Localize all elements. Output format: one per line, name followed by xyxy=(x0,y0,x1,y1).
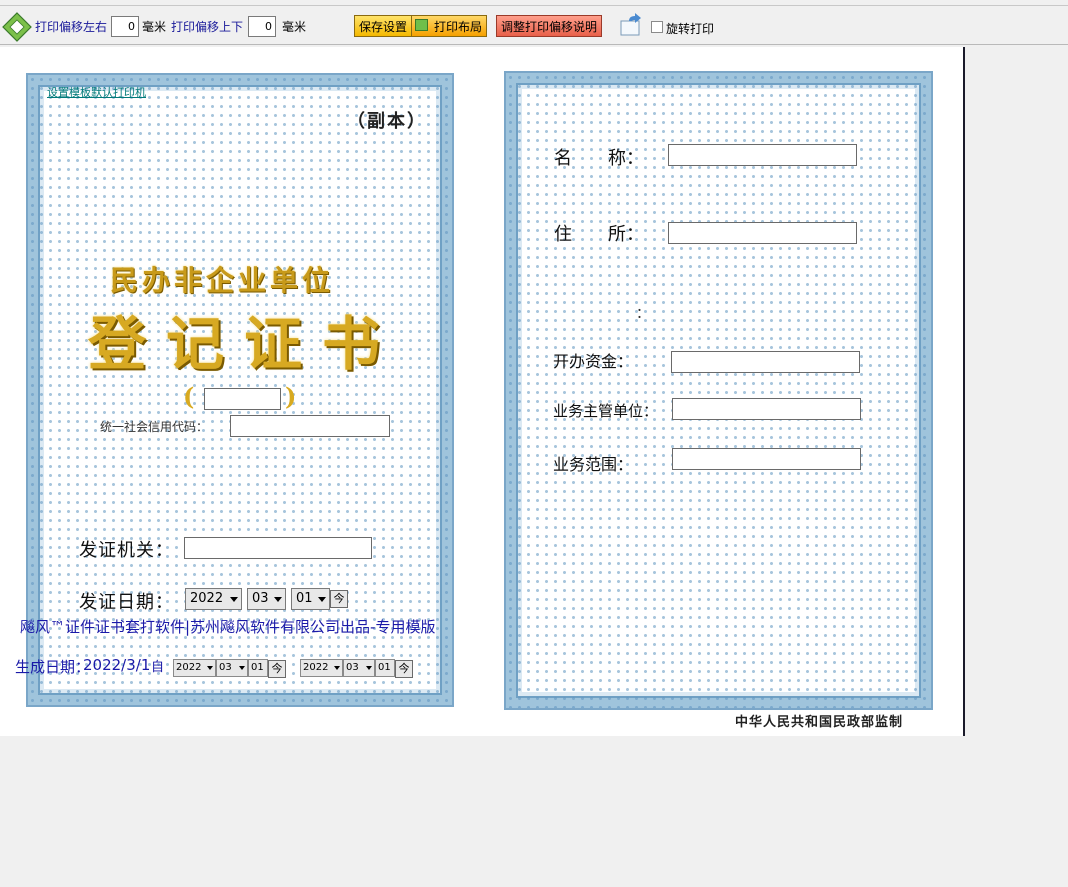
print-toolbar: 打印偏移左右 毫米 打印偏移上下 毫米 保存设置 打印布局 调整打印偏移说明 旋… xyxy=(0,7,1068,45)
issuer-label: 发证机关： xyxy=(79,540,174,561)
offset-ud-input[interactable] xyxy=(248,16,276,37)
issue-month-select[interactable]: 03 xyxy=(247,588,286,610)
from-year-value: 2022 xyxy=(176,662,202,673)
colon-mark: ： xyxy=(636,306,650,322)
ministry-footer: 中华人民共和国民政部监制 xyxy=(735,715,904,730)
offset-lr-input[interactable] xyxy=(111,16,139,37)
supervisor-label: 业务主管单位： xyxy=(553,402,659,420)
to-year-select[interactable]: 2022 xyxy=(300,659,343,677)
to-month-value: 03 xyxy=(346,662,359,673)
paren-right: ) xyxy=(285,382,297,411)
credit-code-field[interactable] xyxy=(230,415,390,437)
to-today-button[interactable]: 今 xyxy=(395,660,413,678)
credit-code-label: 统一社会信用代码： xyxy=(100,420,209,434)
offset-help-button[interactable]: 调整打印偏移说明 xyxy=(496,15,603,37)
issue-date-label: 发证日期： xyxy=(79,592,174,613)
from-month-select[interactable]: 03 xyxy=(216,659,248,677)
issue-today-button[interactable]: 今 xyxy=(330,590,348,608)
brand-text: 飚风™证件证书套打软件|苏州飚风软件有限公司出品-专用模版 xyxy=(20,618,436,636)
capital-field[interactable] xyxy=(671,351,860,373)
print-layout-button[interactable]: 打印布局 xyxy=(411,15,488,37)
capital-label: 开办资金： xyxy=(553,352,634,371)
gen-from-label: 自 xyxy=(151,660,165,675)
from-month-value: 03 xyxy=(219,662,232,673)
certificate-number-field[interactable] xyxy=(204,388,281,410)
from-day-value: 01 xyxy=(251,662,264,673)
certificate-title-line1: 民办非企业单位 xyxy=(110,264,335,297)
to-day-value: 01 xyxy=(378,662,391,673)
issue-day-value: 01 xyxy=(296,591,313,606)
top-menu-strip xyxy=(0,0,1068,6)
gen-date-label: 生成日期： xyxy=(15,658,91,676)
issue-year-select[interactable]: 2022 xyxy=(185,588,242,610)
copy-mark: （副本） xyxy=(347,111,427,132)
issue-month-value: 03 xyxy=(252,591,269,606)
address-field[interactable] xyxy=(668,222,857,244)
default-printer-link[interactable]: 设置模板默认打印机 xyxy=(47,84,146,100)
paren-left: ( xyxy=(183,382,195,411)
issue-day-select[interactable]: 01 xyxy=(291,588,330,610)
issue-year-value: 2022 xyxy=(190,591,224,606)
to-month-select[interactable]: 03 xyxy=(343,659,375,677)
certificate-preview: 设置模板默认打印机 （副本） 民办非企业单位 登记证书 ( ) 统一社会信用代码… xyxy=(0,47,965,736)
rotate-icon[interactable] xyxy=(619,13,645,37)
from-day-select[interactable]: 01 xyxy=(248,659,268,677)
certificate-title-line2: 登记证书 xyxy=(88,310,401,378)
save-settings-button[interactable]: 保存设置 xyxy=(354,15,413,37)
address-label: 住 所： xyxy=(554,224,644,245)
from-year-select[interactable]: 2022 xyxy=(173,659,216,677)
name-field[interactable] xyxy=(668,144,857,166)
rotate-print-checkbox[interactable] xyxy=(651,21,663,33)
gen-date-value: 2022/3/1 xyxy=(83,656,151,674)
from-today-button[interactable]: 今 xyxy=(268,660,286,678)
supervisor-field[interactable] xyxy=(672,398,861,420)
layout-icon xyxy=(415,19,428,31)
offset-ud-label: 打印偏移上下 xyxy=(171,20,244,34)
name-label: 名 称： xyxy=(554,148,644,169)
scope-field[interactable] xyxy=(672,448,861,470)
to-year-value: 2022 xyxy=(303,662,329,673)
move-arrows-icon[interactable] xyxy=(2,12,32,42)
offset-lr-label: 打印偏移左右 xyxy=(35,20,108,34)
to-day-select[interactable]: 01 xyxy=(375,659,395,677)
offset-lr-unit: 毫米 xyxy=(142,20,167,34)
rotate-print-label: 旋转打印 xyxy=(666,22,715,36)
scope-label: 业务范围： xyxy=(553,455,634,474)
offset-ud-unit: 毫米 xyxy=(282,20,307,34)
issuer-field[interactable] xyxy=(184,537,372,559)
